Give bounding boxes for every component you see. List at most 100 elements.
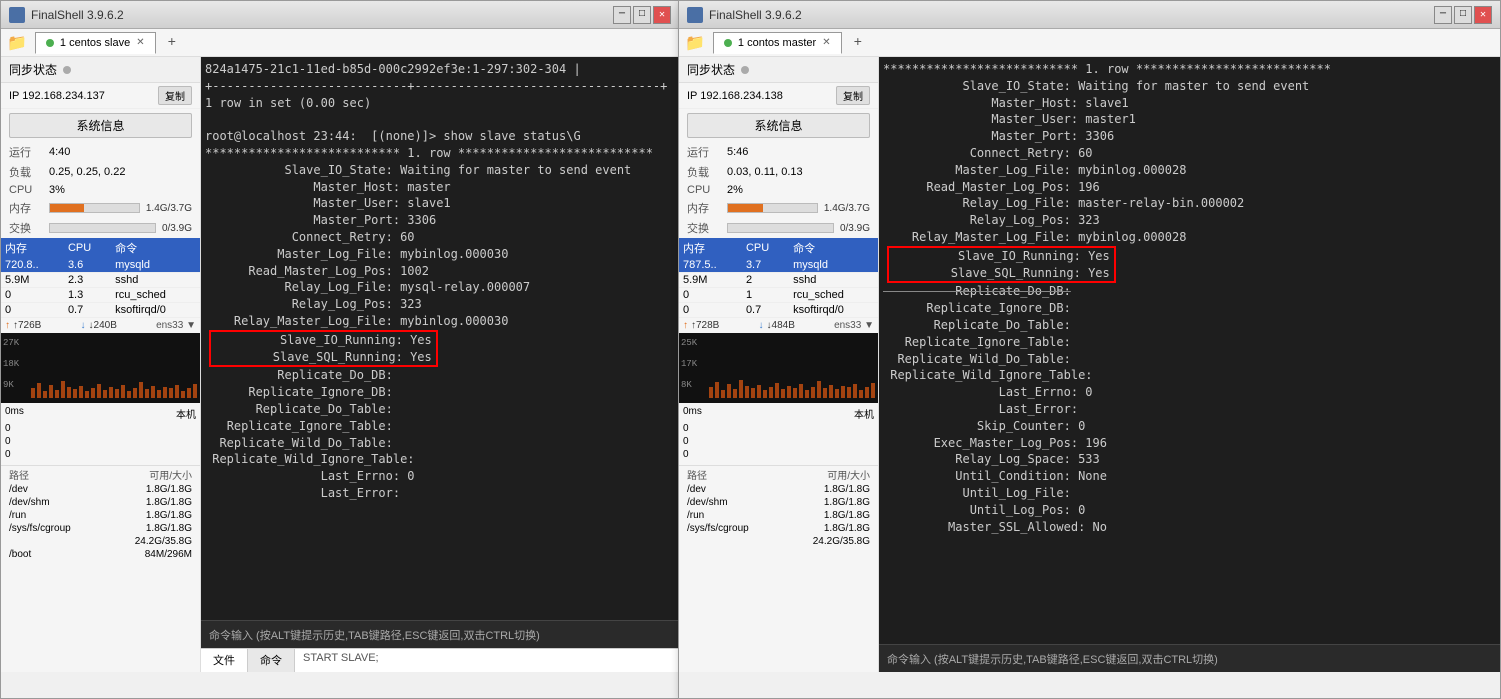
network-labels-1: ↑ ↑726B ↓ ↓240B ens33 ▼ [1,318,200,333]
main-content-2: 同步状态 IP 192.168.234.138 复制 系统信息 运行 5:46 … [679,57,1500,672]
disk-row: 24.2G/35.8G [1,535,200,548]
window-controls-1: ─ □ ✕ [613,6,671,24]
disk-row: /run1.8G/1.8G [1,509,200,522]
app-icon-2 [687,7,703,23]
folder-icon-2[interactable]: 📁 [685,33,705,53]
terminal-container-2: *************************** 1. row *****… [879,57,1500,672]
tab-add-button-2[interactable]: + [846,33,870,53]
tab-close-icon[interactable]: ✕ [136,37,144,48]
table-row[interactable]: 01.3rcu_sched [1,288,200,303]
table-row[interactable]: 5.9M2sshd [679,273,878,288]
uptime-row-2: 运行 5:46 [679,142,878,162]
bottom-tab-file-1[interactable]: 文件 [201,649,248,672]
disk-row: /run1.8G/1.8G [679,509,878,522]
ip-row-1: IP 192.168.234.137 复制 [1,83,200,109]
title-bar-2: FinalShell 3.9.6.2 ─ □ ✕ [679,1,1500,29]
mem-row-1: 内存 1.4G/3.7G [1,198,200,218]
start-slave-hint: START SLAVE; [295,649,679,672]
close-button-2[interactable]: ✕ [1474,6,1492,24]
latency-area-1: 0ms 本机 0 0 0 [1,403,200,463]
terminal-output-2c: Replicate_Ignore_DB: Replicate_Do_Table:… [883,300,1496,535]
proc-col-mem-1[interactable]: 内存 [1,238,64,258]
folder-icon[interactable]: 📁 [7,33,27,53]
process-table-1: 内存 CPU 命令 720.8..3.6mysqld5.9M2.3sshd01.… [1,238,200,318]
table-row[interactable]: 01rcu_sched [679,288,878,303]
latency-val-1: 0 [5,422,196,435]
minimize-button-2[interactable]: ─ [1434,6,1452,24]
network-labels-2: ↑ ↑728B ↓ ↓484B ens33 ▼ [679,318,878,333]
mem-progress-1 [49,203,140,213]
latency-header-2: 0ms 本机 [683,405,874,422]
svg-text:17K: 17K [681,359,698,369]
sync-status-2: 同步状态 [679,57,878,83]
minimize-button-1[interactable]: ─ [613,6,631,24]
disk-row: /dev/shm1.8G/1.8G [1,496,200,509]
cmd-input-bar-1: 命令输入 (按ALT键提示历史,TAB键路径,ESC键返回,双击CTRL切换) [201,620,679,648]
table-row[interactable]: 00.7ksoftirqd/0 [679,303,878,318]
terminal-1[interactable]: 824a1475-21c1-11ed-b85d-000c2992ef3e:1-2… [201,57,679,620]
main-content-1: 同步状态 IP 192.168.234.137 复制 系统信息 运行 4:40 … [1,57,679,672]
load-row-1: 负载 0.25, 0.25, 0.22 [1,162,200,182]
latency-area-2: 0ms 本机 0 0 0 [679,403,878,463]
sys-info-button-2[interactable]: 系统信息 [687,113,870,138]
proc-col-cpu-1[interactable]: CPU [64,238,111,258]
terminal-2[interactable]: *************************** 1. row *****… [879,57,1500,644]
latency-val-2-2: 0 [683,435,874,448]
latency-header-1: 0ms 本机 [5,405,196,422]
network-chart-2: 25K 17K 8K [679,333,878,403]
proc-col-mem-2[interactable]: 内存 [679,238,742,258]
terminal-output-1: 824a1475-21c1-11ed-b85d-000c2992ef3e:1-2… [205,61,675,330]
disk-row: /dev1.8G/1.8G [1,483,200,496]
proc-col-cpu-2[interactable]: CPU [742,238,789,258]
title-bar-1: FinalShell 3.9.6.2 ─ □ ✕ [1,1,679,29]
copy-ip-button-2[interactable]: 复制 [836,86,870,105]
close-button-1[interactable]: ✕ [653,6,671,24]
svg-text:8K: 8K [681,380,692,390]
network-chart-1: 27K 18K 9K [1,333,200,403]
proc-col-cmd-1[interactable]: 命令 [111,238,200,258]
terminal-output-2b: Replicate_Do_DB: [883,283,1496,300]
swap-row-2: 交换 0/3.9G [679,218,878,238]
table-row[interactable]: 787.5..3.7mysqld [679,258,878,273]
app-icon-1 [9,7,25,23]
table-row[interactable]: 720.8..3.6mysqld [1,258,200,273]
sync-dot-1 [63,66,71,74]
maximize-button-2[interactable]: □ [1454,6,1472,24]
table-row[interactable]: 5.9M2.3sshd [1,273,200,288]
tab-add-button-1[interactable]: + [160,33,184,53]
mem-progress-fill-1 [50,204,84,212]
net-down-badge-1: ↓ ↓240B [81,320,117,331]
highlighted-running-box-1: Slave_IO_Running: Yes Slave_SQL_Running:… [209,330,438,368]
disk-header-1: 路径 可用/大小 [1,465,200,483]
disk-row: 24.2G/35.8G [679,535,878,548]
disk-row: /dev/shm1.8G/1.8G [679,496,878,509]
sidebar-1: 同步状态 IP 192.168.234.137 复制 系统信息 运行 4:40 … [1,57,201,672]
bottom-tab-cmd-1[interactable]: 命令 [248,649,295,672]
sync-dot-2 [741,66,749,74]
ip-label-1: IP 192.168.234.137 [9,90,105,102]
copy-ip-button-1[interactable]: 复制 [158,86,192,105]
proc-col-cmd-2[interactable]: 命令 [789,238,878,258]
window-title-1: FinalShell 3.9.6.2 [31,8,607,22]
window-2: FinalShell 3.9.6.2 ─ □ ✕ 📁 1 contos mast… [678,0,1501,699]
tab-contos-master[interactable]: 1 contos master ✕ [713,32,842,54]
ip-row-2: IP 192.168.234.138 复制 [679,83,878,109]
window-controls-2: ─ □ ✕ [1434,6,1492,24]
mem-progress-fill-2 [728,204,763,212]
tab-status-dot [46,39,54,47]
table-row[interactable]: 00.7ksoftirqd/0 [1,303,200,318]
tab-centos-slave[interactable]: 1 centos slave ✕ [35,32,156,54]
disk-header-2: 路径 可用/大小 [679,465,878,483]
swap-progress-1 [49,223,156,233]
mem-row-2: 内存 1.4G/3.7G [679,198,878,218]
sync-status-1: 同步状态 [1,57,200,83]
tab-close-icon-2[interactable]: ✕ [822,37,830,48]
sidebar-2: 同步状态 IP 192.168.234.138 复制 系统信息 运行 5:46 … [679,57,879,672]
mem-progress-2 [727,203,818,213]
svg-text:27K: 27K [3,338,20,348]
sys-info-button-1[interactable]: 系统信息 [9,113,192,138]
disk-section-2: 路径 可用/大小 /dev1.8G/1.8G/dev/shm1.8G/1.8G/… [679,463,878,550]
maximize-button-1[interactable]: □ [633,6,651,24]
net-up-badge-1: ↑ ↑726B [5,320,41,331]
process-table-2: 内存 CPU 命令 787.5..3.7mysqld5.9M2sshd01rcu… [679,238,878,318]
